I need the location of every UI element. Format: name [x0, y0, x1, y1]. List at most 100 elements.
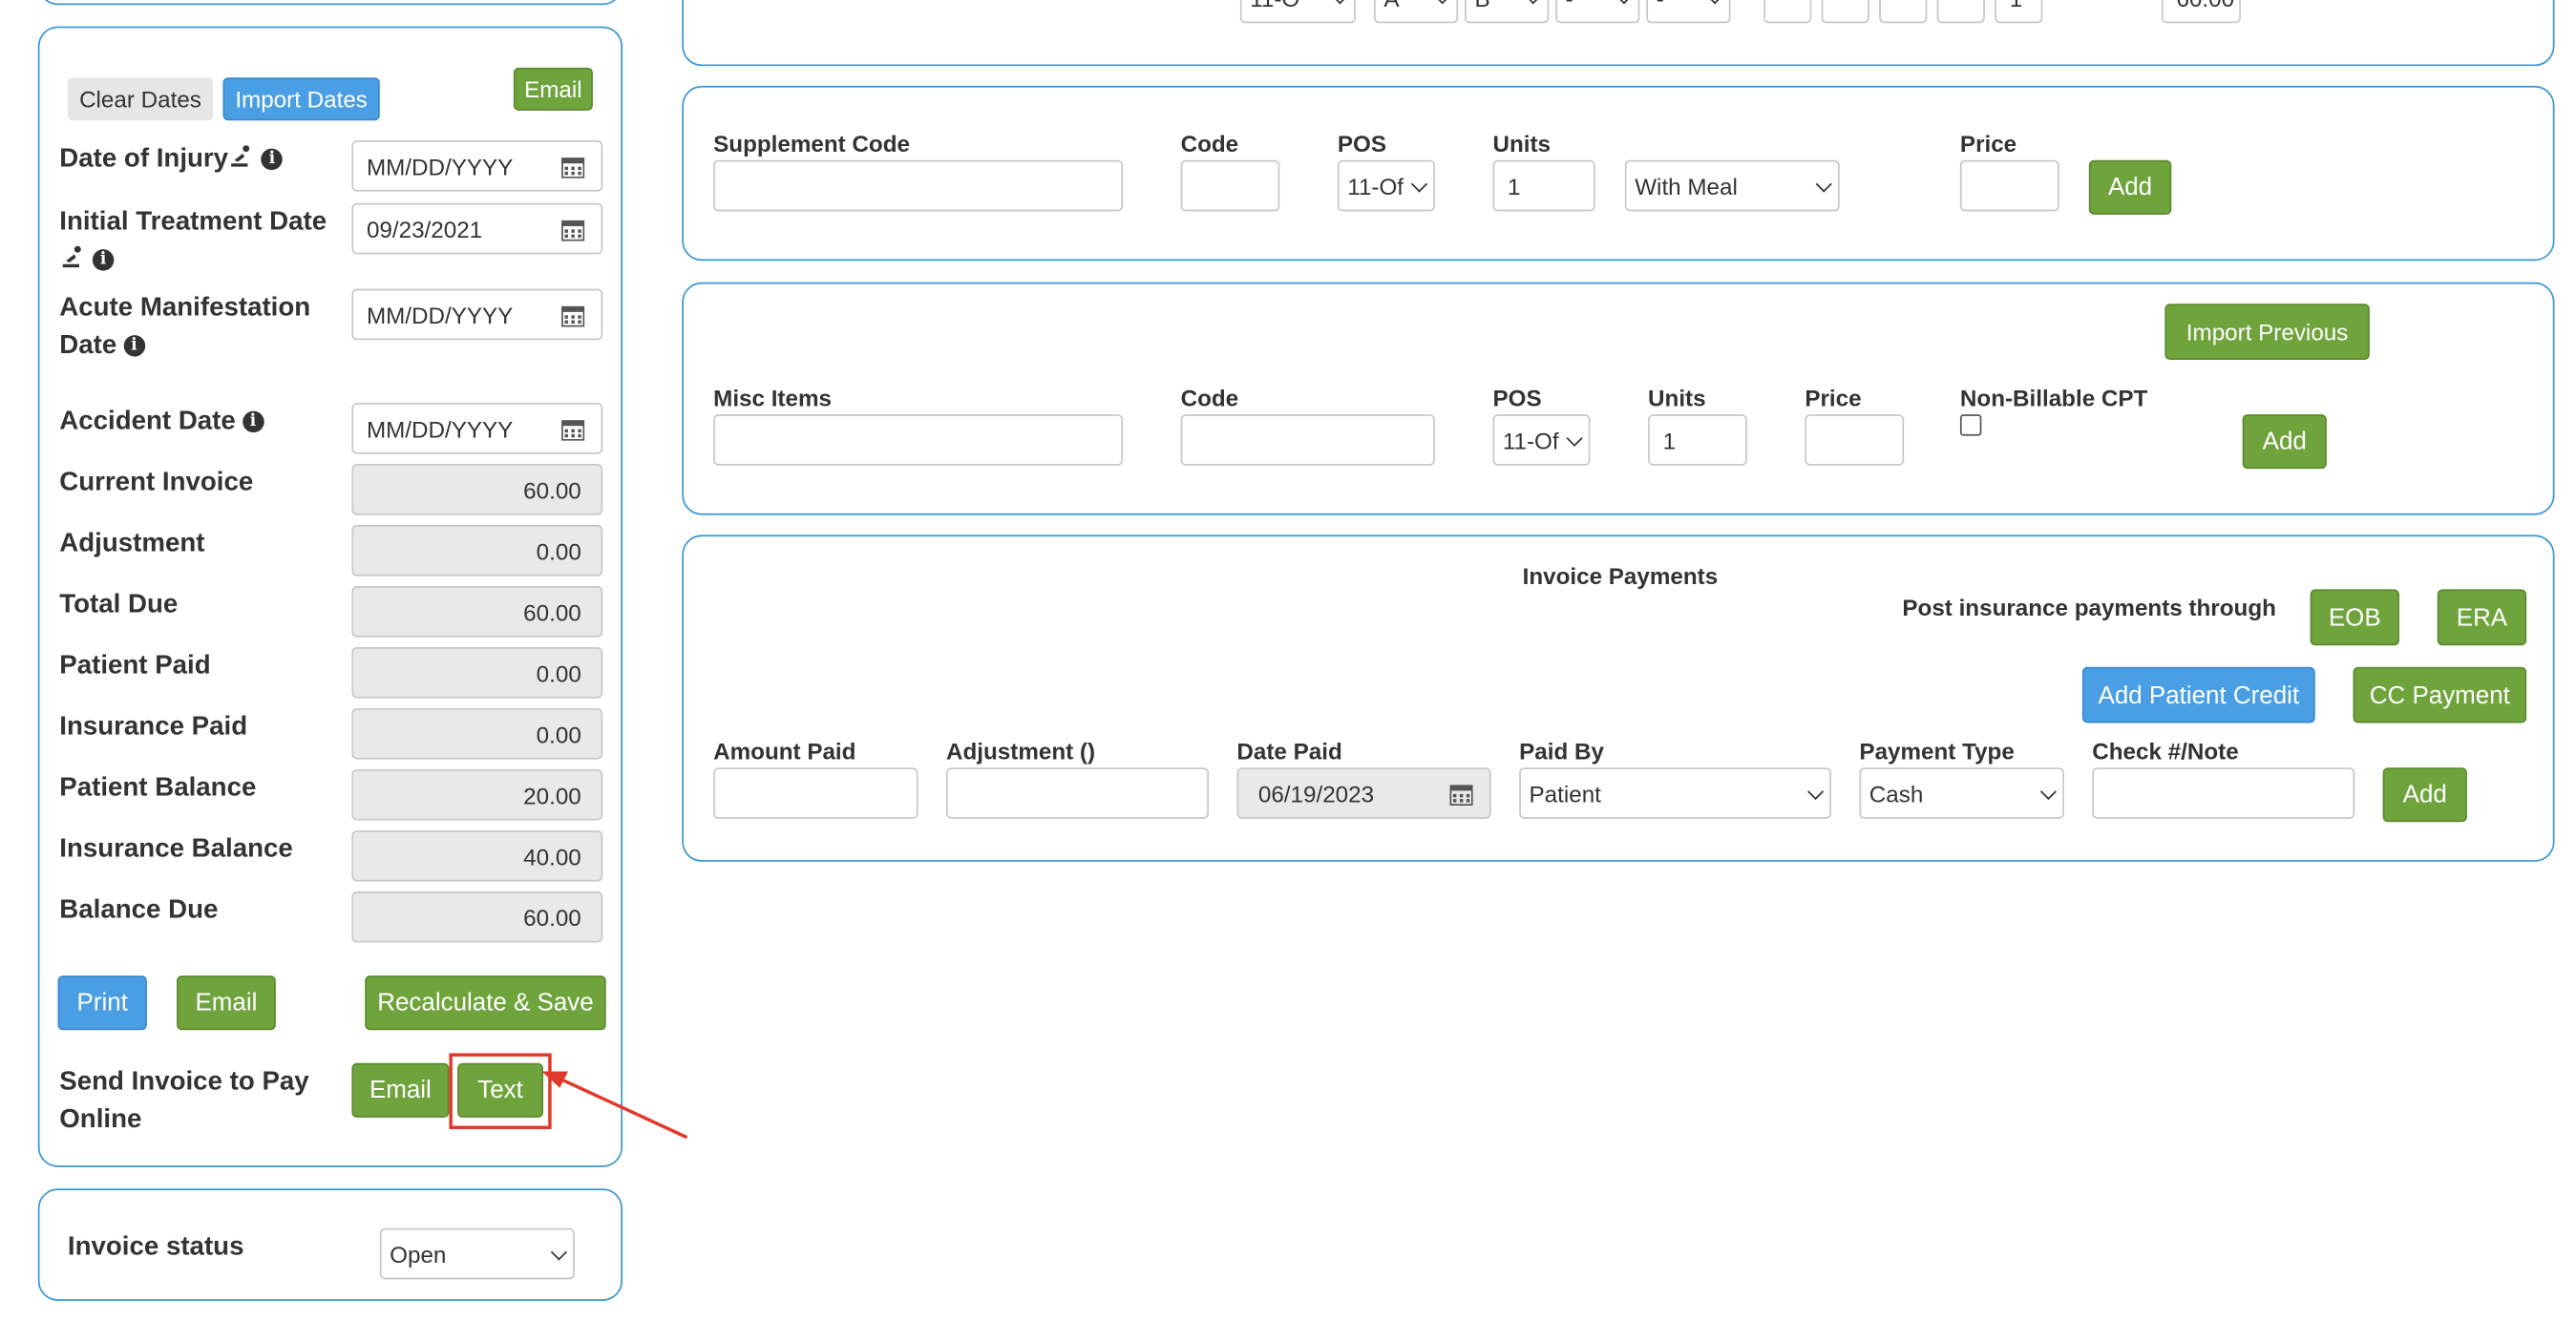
- email-button[interactable]: Email: [177, 975, 276, 1031]
- calendar-icon[interactable]: [561, 417, 585, 440]
- date-paid-field[interactable]: 06/19/2023: [1236, 767, 1491, 819]
- supplement-pos-label: POS: [1337, 130, 1387, 157]
- invoice-status-select[interactable]: Open: [379, 1227, 575, 1280]
- add-patient-credit-button[interactable]: Add Patient Credit: [2081, 666, 2315, 723]
- import-dates-button[interactable]: Import Dates: [222, 77, 380, 121]
- meal-option-select[interactable]: With Meal: [1624, 159, 1840, 212]
- injury-icon: [62, 245, 81, 268]
- invoice-status-panel: Invoice status Open: [37, 1188, 623, 1301]
- info-icon[interactable]: i: [242, 411, 264, 433]
- misc-items-field[interactable]: [713, 414, 1124, 466]
- dx-pointer-c-select[interactable]: -: [1555, 0, 1640, 24]
- calendar-icon[interactable]: [561, 303, 585, 326]
- initial-treatment-date-label: Initial Treatment Datei: [59, 207, 327, 272]
- supplement-pos-select[interactable]: 11-Of: [1337, 159, 1435, 212]
- chevron-down-icon: [2039, 783, 2058, 800]
- cc-payment-button[interactable]: CC Payment: [2353, 666, 2527, 723]
- chevron-down-icon: [1615, 0, 1633, 4]
- info-icon[interactable]: i: [261, 149, 284, 171]
- payment-add-button[interactable]: Add: [2382, 767, 2467, 823]
- era-button[interactable]: ERA: [2437, 589, 2527, 646]
- adjustment-field: 0.00: [351, 524, 603, 577]
- calendar-icon[interactable]: [1449, 782, 1473, 806]
- procedure-units-field[interactable]: 1: [1995, 0, 2043, 24]
- misc-pos-select[interactable]: 11-Of: [1492, 414, 1591, 466]
- supplement-code-field[interactable]: [713, 159, 1124, 212]
- misc-code-field[interactable]: [1180, 414, 1435, 466]
- clear-dates-button[interactable]: Clear Dates: [67, 77, 214, 121]
- patient-paid-field: 0.00: [351, 646, 603, 699]
- modifier-1-field[interactable]: [1763, 0, 1812, 24]
- misc-add-button[interactable]: Add: [2242, 414, 2327, 470]
- paid-by-select[interactable]: Patient: [1519, 767, 1832, 819]
- invoice-status-label: Invoice status: [67, 1232, 244, 1262]
- supplement-add-button[interactable]: Add: [2088, 159, 2172, 215]
- accident-date-field[interactable]: MM/DD/YYYY: [351, 402, 603, 454]
- current-invoice-field: 60.00: [351, 463, 603, 515]
- supplement-units-field[interactable]: 1: [1492, 159, 1595, 212]
- modifier-4-field[interactable]: [1936, 0, 1985, 24]
- total-due-label: Total Due: [59, 591, 179, 619]
- amount-paid-field[interactable]: [713, 767, 918, 819]
- supplement-code-col-label: Code: [1180, 130, 1239, 157]
- payment-adjustment-label: Adjustment (): [946, 738, 1096, 765]
- non-billable-cpt-checkbox[interactable]: [1959, 414, 1982, 436]
- eob-button[interactable]: EOB: [2310, 589, 2399, 646]
- chevron-down-icon: [1706, 0, 1723, 4]
- info-icon[interactable]: i: [92, 249, 115, 272]
- current-invoice-label: Current Invoice: [59, 469, 254, 497]
- recalculate-save-button[interactable]: Recalculate & Save: [365, 975, 606, 1031]
- supplement-code-label: Supplement Code: [713, 130, 910, 157]
- supplement-panel: Supplement Code Code POS 11-Of Units 1 W…: [682, 85, 2555, 262]
- supplement-cpt-field[interactable]: [1180, 159, 1280, 212]
- modifier-3-field[interactable]: [1879, 0, 1928, 24]
- chevron-down-icon: [550, 1243, 567, 1260]
- modifier-2-field[interactable]: [1821, 0, 1869, 24]
- procedure-price-field[interactable]: 60.00: [2161, 0, 2241, 24]
- procedure-pos-select[interactable]: 11-O: [1239, 0, 1356, 24]
- email-top-button[interactable]: Email: [513, 67, 593, 111]
- patient-balance-label: Patient Balance: [59, 774, 257, 803]
- payment-adjustment-field[interactable]: [946, 767, 1209, 819]
- calendar-icon[interactable]: [561, 155, 585, 178]
- insurance-balance-label: Insurance Balance: [59, 835, 293, 864]
- chevron-down-icon: [1815, 175, 1832, 192]
- send-email-button[interactable]: Email: [351, 1062, 450, 1118]
- misc-items-label: Misc Items: [713, 384, 832, 411]
- acute-manifestation-date-label: Acute Manifestation Date i: [59, 293, 311, 361]
- payment-type-label: Payment Type: [1859, 738, 2015, 765]
- accident-date-label: Accident Date i: [59, 403, 340, 441]
- supplement-price-field[interactable]: [1959, 159, 2059, 212]
- annotation-arrow: [541, 1071, 688, 1140]
- import-previous-button[interactable]: Import Previous: [2164, 304, 2370, 361]
- insurance-paid-label: Insurance Paid: [59, 713, 248, 742]
- patient-paid-label: Patient Paid: [59, 652, 211, 681]
- misc-units-field[interactable]: 1: [1648, 414, 1747, 466]
- total-due-field: 60.00: [351, 585, 603, 638]
- misc-price-field[interactable]: [1805, 414, 1905, 466]
- non-billable-cpt-label: Non-Billable CPT: [1959, 384, 2148, 411]
- chevron-down-icon: [1331, 0, 1349, 4]
- calendar-icon[interactable]: [561, 217, 585, 241]
- check-note-field[interactable]: [2092, 767, 2355, 819]
- misc-code-label: Code: [1180, 384, 1239, 411]
- balance-due-field: 60.00: [351, 891, 603, 943]
- procedure-panel: 11-O A B - - 1 60.00: [682, 0, 2555, 67]
- initial-treatment-date-field[interactable]: 09/23/2021: [351, 202, 603, 255]
- print-button[interactable]: Print: [57, 975, 147, 1031]
- date-of-injury-field[interactable]: MM/DD/YYYY: [351, 140, 603, 192]
- post-insurance-label: Post insurance payments through: [1902, 594, 2276, 621]
- chevron-down-icon: [1410, 175, 1428, 192]
- info-icon[interactable]: i: [123, 335, 145, 358]
- dx-pointer-d-select[interactable]: -: [1646, 0, 1731, 24]
- check-note-label: Check #/Note: [2092, 738, 2239, 765]
- payment-type-select[interactable]: Cash: [1859, 767, 2064, 819]
- dx-pointer-b-select[interactable]: B: [1465, 0, 1550, 24]
- prev-panel: [37, 0, 623, 6]
- balance-due-label: Balance Due: [59, 896, 219, 925]
- date-of-injury-label: Date of Injury i: [59, 140, 348, 178]
- acute-manifestation-date-field[interactable]: MM/DD/YYYY: [351, 288, 603, 341]
- misc-units-label: Units: [1648, 384, 1706, 411]
- chevron-down-icon: [1434, 0, 1451, 4]
- dx-pointer-a-select[interactable]: A: [1373, 0, 1459, 24]
